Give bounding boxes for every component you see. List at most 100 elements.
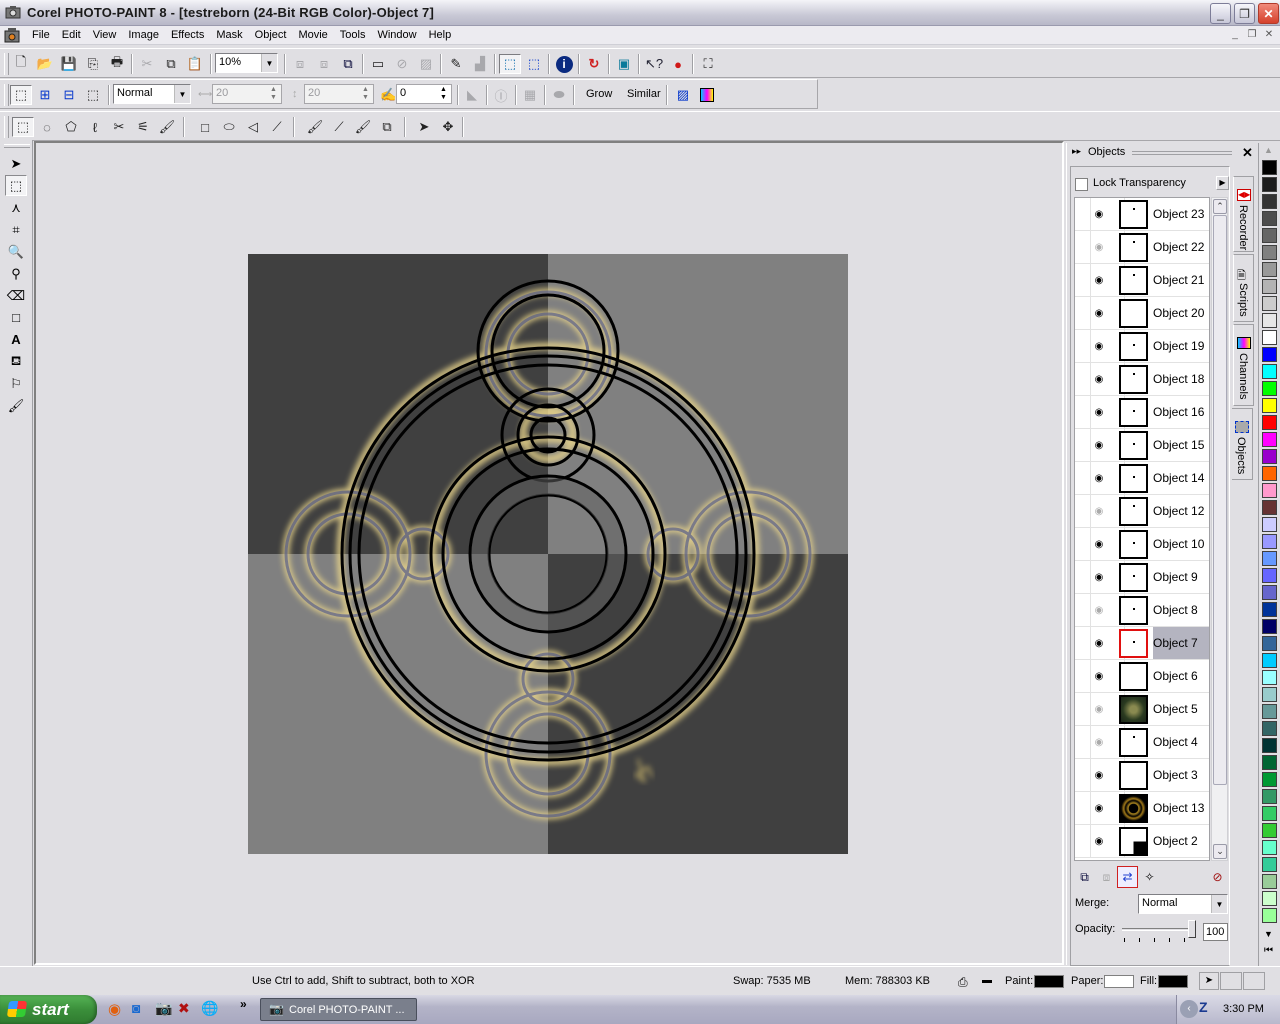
create-object-button[interactable]: ⧉ (337, 54, 359, 74)
spin-arrows-icon[interactable]: ▲ ▼ (437, 86, 450, 102)
palette-swatch[interactable] (1262, 381, 1277, 396)
crop-tool[interactable]: ⌗ (5, 219, 27, 240)
toolbox-grip[interactable] (4, 144, 30, 148)
ellipse-tool[interactable]: ⬭ (218, 117, 240, 137)
combine-button[interactable]: ⧈ (289, 54, 311, 74)
palette-swatch[interactable] (1262, 738, 1277, 753)
palette-swatch[interactable] (1262, 330, 1277, 345)
object-picker-tool[interactable]: ➤ (5, 153, 27, 174)
object-row[interactable]: ◉ Object 18 (1075, 363, 1209, 396)
palette-swatch[interactable] (1262, 279, 1277, 294)
palette-swatch[interactable] (1262, 211, 1277, 226)
eye-icon[interactable]: ◉ (1092, 572, 1106, 583)
menu-edit[interactable]: Edit (56, 28, 87, 42)
eye-icon[interactable]: ◉ (1092, 440, 1106, 451)
delete-object-button[interactable]: ⊘ (1207, 866, 1228, 888)
brush-mask-tool[interactable]: 🖌 (156, 117, 178, 137)
mask-transform-tool[interactable]: ⋏ (5, 197, 27, 218)
subtractive-mask-mode-button[interactable]: ⊟ (58, 85, 80, 105)
object-thumbnail[interactable] (1119, 464, 1148, 493)
palette-swatch[interactable] (1262, 823, 1277, 838)
app-launcher-icon[interactable]: ◙ (132, 1000, 140, 1016)
palette-scroll-up-icon[interactable]: ▲ (1264, 145, 1273, 155)
object-row[interactable]: ◉ Object 14 (1075, 462, 1209, 495)
palette-swatch[interactable] (1262, 840, 1277, 855)
object-properties-button[interactable]: ⇄ (1117, 866, 1138, 888)
eye-icon[interactable]: ◉ (1092, 308, 1106, 319)
palette-swatch[interactable] (1262, 194, 1277, 209)
object-thumbnail[interactable] (1119, 629, 1148, 658)
combine-objects-button[interactable]: ⧈ (1096, 866, 1117, 888)
menu-effects[interactable]: Effects (165, 28, 210, 42)
text-tool[interactable]: A (5, 329, 27, 350)
object-row[interactable]: ◉ Object 6 (1075, 660, 1209, 693)
object-row[interactable]: ◉ Object 13 (1075, 792, 1209, 825)
paint-on-mask-button[interactable]: ✎ (445, 54, 467, 74)
combine-all-button[interactable]: ⧈ (313, 54, 335, 74)
tab-scripts[interactable]: 🗎 Scripts (1233, 254, 1254, 322)
eye-icon[interactable]: ◉ (1092, 539, 1106, 550)
quicklaunch-overflow[interactable]: » (240, 997, 247, 1011)
normal-mask-mode-button[interactable]: ⬚ (10, 85, 32, 105)
mask-text-button[interactable]: Ⓘ (490, 85, 512, 105)
object-thumbnail[interactable] (1119, 365, 1148, 394)
xor-mask-mode-button[interactable]: ⬚ (82, 85, 104, 105)
scroll-up-button[interactable]: ⌃ (1213, 199, 1227, 214)
object-row[interactable]: ◉ Object 4 (1075, 726, 1209, 759)
palette-swatch[interactable] (1262, 874, 1277, 889)
clone-tool[interactable]: 🖌 (352, 117, 374, 137)
eye-icon[interactable]: ◉ (1092, 473, 1106, 484)
restore-button[interactable]: ❐ (1234, 3, 1255, 24)
object-thumbnail[interactable] (1119, 761, 1148, 790)
paint-tool[interactable]: 🖌 (304, 117, 326, 137)
palette-swatch[interactable] (1262, 772, 1277, 787)
invert-mask-button[interactable]: ▨ (415, 54, 437, 74)
palette-swatch[interactable] (1262, 500, 1277, 515)
mask-remove-button[interactable]: ⬬ (548, 85, 570, 105)
spin-arrows-icon[interactable]: ▲ ▼ (359, 86, 372, 102)
object-thumbnail[interactable] (1119, 266, 1148, 295)
eye-icon[interactable]: ◉ (1092, 407, 1106, 418)
mask-mode-select[interactable]: Normal ▼ (113, 84, 191, 104)
eye-icon[interactable]: ◉ (1092, 374, 1106, 385)
palette-swatch[interactable] (1262, 551, 1277, 566)
full-screen-button[interactable]: ⛶ (697, 54, 719, 74)
object-row[interactable]: ◉ Object 7 (1075, 627, 1209, 660)
spin-arrows-icon[interactable]: ▲ ▼ (267, 86, 280, 102)
rectangle-mask-tool[interactable]: ⬚ (12, 117, 34, 137)
object-thumbnail[interactable] (1119, 695, 1148, 724)
menu-image[interactable]: Image (122, 28, 165, 42)
firefox-icon[interactable]: ◉ (108, 1000, 121, 1018)
mask-width-field[interactable]: 20 ▲ ▼ (212, 84, 282, 104)
object-row[interactable]: ◉ Object 12 (1075, 495, 1209, 528)
object-row[interactable]: ◉ Object 5 (1075, 693, 1209, 726)
taskbar-button-corel[interactable]: 📷 Corel PHOTO-PAINT ... (260, 998, 417, 1021)
copy-button[interactable]: ⧉ (160, 54, 182, 74)
zonealarm-icon[interactable]: Z (1199, 999, 1208, 1015)
object-thumbnail[interactable] (1119, 398, 1148, 427)
palette-swatch[interactable] (1262, 449, 1277, 464)
palette-swatch[interactable] (1262, 313, 1277, 328)
palette-swatch[interactable] (1262, 857, 1277, 872)
object-thumbnail[interactable] (1119, 563, 1148, 592)
palette-swatch[interactable] (1262, 415, 1277, 430)
palette-swatch[interactable] (1262, 364, 1277, 379)
palette-swatch[interactable] (1262, 619, 1277, 634)
eye-icon[interactable]: ◉ (1092, 638, 1106, 649)
palette-swatch[interactable] (1262, 636, 1277, 651)
palette-swatch[interactable] (1262, 228, 1277, 243)
new-object-button[interactable]: ⧉ (1074, 866, 1095, 888)
rectangle-tool[interactable]: □ (5, 307, 27, 328)
mask-marquee-button[interactable]: ▭ (367, 54, 389, 74)
opacity-slider-track[interactable] (1122, 928, 1192, 931)
palette-swatch[interactable] (1262, 534, 1277, 549)
palette-swatch[interactable] (1262, 177, 1277, 192)
cut-button[interactable]: ✂ (136, 54, 158, 74)
palette-swatch[interactable] (1262, 483, 1277, 498)
grow-button[interactable]: Grow (586, 88, 612, 100)
palette-swatch[interactable] (1262, 602, 1277, 617)
scissors-mask-tool[interactable]: ✂ (108, 117, 130, 137)
palette-swatch[interactable] (1262, 891, 1277, 906)
mask-tool[interactable]: ⬚ (5, 175, 27, 196)
object-row[interactable]: ◉ Object 8 (1075, 594, 1209, 627)
